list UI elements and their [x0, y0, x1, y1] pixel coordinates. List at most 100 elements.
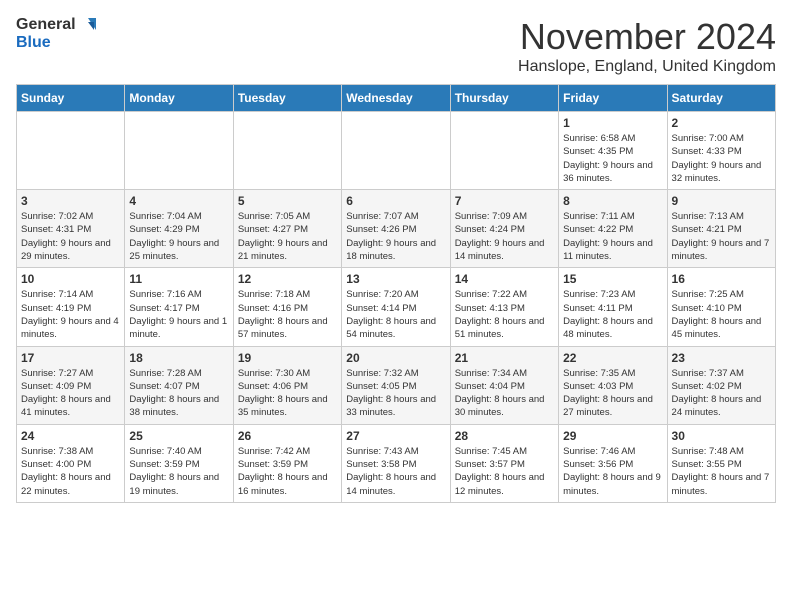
col-monday: Monday — [125, 85, 233, 112]
logo: General Blue — [16, 16, 96, 52]
day-info: Sunrise: 7:38 AM Sunset: 4:00 PM Dayligh… — [21, 445, 120, 498]
day-number: 20 — [346, 351, 445, 365]
day-info: Sunrise: 7:34 AM Sunset: 4:04 PM Dayligh… — [455, 367, 554, 420]
cell-0-6: 2 Sunrise: 7:00 AM Sunset: 4:33 PM Daylig… — [667, 112, 775, 190]
week-row-1: 3Sunrise: 7:02 AM Sunset: 4:31 PM Daylig… — [17, 190, 776, 268]
day-info: Sunrise: 7:42 AM Sunset: 3:59 PM Dayligh… — [238, 445, 337, 498]
day-number: 14 — [455, 272, 554, 286]
day-number: 30 — [672, 429, 771, 443]
col-friday: Friday — [559, 85, 667, 112]
cell-2-1: 11Sunrise: 7:16 AM Sunset: 4:17 PM Dayli… — [125, 268, 233, 346]
day-number: 12 — [238, 272, 337, 286]
cell-2-6: 16 Sunrise: 7:25 AM Sunset: 4:10 PM Dayli… — [667, 268, 775, 346]
day-info: Sunrise: 7:23 AM Sunset: 4:11 PM Dayligh… — [563, 288, 662, 341]
week-row-2: 10 Sunrise: 7:14 AM Sunset: 4:19 PM Dayli… — [17, 268, 776, 346]
day-number: 25 — [129, 429, 228, 443]
month-title: November 2024 — [518, 16, 776, 58]
day-info: Sunrise: 7:14 AM Sunset: 4:19 PM Dayligh… — [21, 288, 120, 341]
day-info: Sunrise: 7:25 AM Sunset: 4:10 PM Dayligh… — [672, 288, 771, 341]
cell-0-5: 1Sunrise: 6:58 AM Sunset: 4:35 PM Daylig… — [559, 112, 667, 190]
day-number: 6 — [346, 194, 445, 208]
day-number: 4 — [129, 194, 228, 208]
cell-3-3: 20 Sunrise: 7:32 AM Sunset: 4:05 PM Dayli… — [342, 346, 450, 424]
cell-2-3: 13 Sunrise: 7:20 AM Sunset: 4:14 PM Dayli… — [342, 268, 450, 346]
cell-2-2: 12 Sunrise: 7:18 AM Sunset: 4:16 PM Dayli… — [233, 268, 341, 346]
cell-4-0: 24 Sunrise: 7:38 AM Sunset: 4:00 PM Dayli… — [17, 424, 125, 502]
cell-2-0: 10 Sunrise: 7:14 AM Sunset: 4:19 PM Dayli… — [17, 268, 125, 346]
col-sunday: Sunday — [17, 85, 125, 112]
calendar-table: Sunday Monday Tuesday Wednesday Thursday… — [16, 84, 776, 503]
day-number: 28 — [455, 429, 554, 443]
day-number: 17 — [21, 351, 120, 365]
cell-0-4 — [450, 112, 558, 190]
day-info: Sunrise: 7:04 AM Sunset: 4:29 PM Dayligh… — [129, 210, 228, 263]
cell-1-6: 9 Sunrise: 7:13 AM Sunset: 4:21 PM Daylig… — [667, 190, 775, 268]
cell-4-3: 27Sunrise: 7:43 AM Sunset: 3:58 PM Dayli… — [342, 424, 450, 502]
col-saturday: Saturday — [667, 85, 775, 112]
day-info: Sunrise: 7:30 AM Sunset: 4:06 PM Dayligh… — [238, 367, 337, 420]
cell-4-4: 28 Sunrise: 7:45 AM Sunset: 3:57 PM Dayli… — [450, 424, 558, 502]
day-number: 16 — [672, 272, 771, 286]
cell-2-5: 15 Sunrise: 7:23 AM Sunset: 4:11 PM Dayli… — [559, 268, 667, 346]
cell-1-2: 5Sunrise: 7:05 AM Sunset: 4:27 PM Daylig… — [233, 190, 341, 268]
col-tuesday: Tuesday — [233, 85, 341, 112]
day-number: 9 — [672, 194, 771, 208]
day-number: 21 — [455, 351, 554, 365]
week-row-0: 1Sunrise: 6:58 AM Sunset: 4:35 PM Daylig… — [17, 112, 776, 190]
day-info: Sunrise: 7:48 AM Sunset: 3:55 PM Dayligh… — [672, 445, 771, 498]
cell-0-2 — [233, 112, 341, 190]
logo-wordmark: General Blue — [16, 16, 96, 52]
cell-3-4: 21 Sunrise: 7:34 AM Sunset: 4:04 PM Dayli… — [450, 346, 558, 424]
cell-4-2: 26Sunrise: 7:42 AM Sunset: 3:59 PM Dayli… — [233, 424, 341, 502]
week-row-4: 24 Sunrise: 7:38 AM Sunset: 4:00 PM Dayli… — [17, 424, 776, 502]
header-row: Sunday Monday Tuesday Wednesday Thursday… — [17, 85, 776, 112]
day-info: Sunrise: 7:40 AM Sunset: 3:59 PM Dayligh… — [129, 445, 228, 498]
header: General Blue November 2024 Hanslope, Eng… — [16, 16, 776, 76]
day-number: 7 — [455, 194, 554, 208]
day-number: 15 — [563, 272, 662, 286]
day-info: Sunrise: 7:37 AM Sunset: 4:02 PM Dayligh… — [672, 367, 771, 420]
day-number: 23 — [672, 351, 771, 365]
day-info: Sunrise: 7:09 AM Sunset: 4:24 PM Dayligh… — [455, 210, 554, 263]
day-info: Sunrise: 7:02 AM Sunset: 4:31 PM Dayligh… — [21, 210, 120, 263]
day-info: Sunrise: 7:18 AM Sunset: 4:16 PM Dayligh… — [238, 288, 337, 341]
day-number: 2 — [672, 116, 771, 130]
day-info: Sunrise: 7:05 AM Sunset: 4:27 PM Dayligh… — [238, 210, 337, 263]
day-number: 19 — [238, 351, 337, 365]
day-info: Sunrise: 7:45 AM Sunset: 3:57 PM Dayligh… — [455, 445, 554, 498]
cell-3-2: 19 Sunrise: 7:30 AM Sunset: 4:06 PM Dayli… — [233, 346, 341, 424]
cell-3-0: 17 Sunrise: 7:27 AM Sunset: 4:09 PM Dayli… — [17, 346, 125, 424]
cell-0-0 — [17, 112, 125, 190]
day-info: Sunrise: 7:28 AM Sunset: 4:07 PM Dayligh… — [129, 367, 228, 420]
day-number: 13 — [346, 272, 445, 286]
day-info: Sunrise: 7:00 AM Sunset: 4:33 PM Dayligh… — [672, 132, 771, 185]
day-info: Sunrise: 7:11 AM Sunset: 4:22 PM Dayligh… — [563, 210, 662, 263]
cell-1-5: 8 Sunrise: 7:11 AM Sunset: 4:22 PM Daylig… — [559, 190, 667, 268]
day-info: Sunrise: 7:07 AM Sunset: 4:26 PM Dayligh… — [346, 210, 445, 263]
week-row-3: 17 Sunrise: 7:27 AM Sunset: 4:09 PM Dayli… — [17, 346, 776, 424]
col-wednesday: Wednesday — [342, 85, 450, 112]
day-info: Sunrise: 7:27 AM Sunset: 4:09 PM Dayligh… — [21, 367, 120, 420]
col-thursday: Thursday — [450, 85, 558, 112]
day-number: 27 — [346, 429, 445, 443]
location-title: Hanslope, England, United Kingdom — [518, 58, 776, 76]
cell-1-4: 7 Sunrise: 7:09 AM Sunset: 4:24 PM Daylig… — [450, 190, 558, 268]
day-number: 22 — [563, 351, 662, 365]
cell-2-4: 14 Sunrise: 7:22 AM Sunset: 4:13 PM Dayli… — [450, 268, 558, 346]
day-info: Sunrise: 7:22 AM Sunset: 4:13 PM Dayligh… — [455, 288, 554, 341]
cell-3-6: 23 Sunrise: 7:37 AM Sunset: 4:02 PM Dayli… — [667, 346, 775, 424]
cell-3-1: 18Sunrise: 7:28 AM Sunset: 4:07 PM Dayli… — [125, 346, 233, 424]
cell-4-6: 30 Sunrise: 7:48 AM Sunset: 3:55 PM Dayli… — [667, 424, 775, 502]
day-info: Sunrise: 7:32 AM Sunset: 4:05 PM Dayligh… — [346, 367, 445, 420]
day-number: 8 — [563, 194, 662, 208]
day-number: 29 — [563, 429, 662, 443]
cell-4-1: 25 Sunrise: 7:40 AM Sunset: 3:59 PM Dayli… — [125, 424, 233, 502]
cell-1-0: 3Sunrise: 7:02 AM Sunset: 4:31 PM Daylig… — [17, 190, 125, 268]
day-number: 11 — [129, 272, 228, 286]
cell-0-1 — [125, 112, 233, 190]
title-section: November 2024 Hanslope, England, United … — [518, 16, 776, 76]
day-info: Sunrise: 7:13 AM Sunset: 4:21 PM Dayligh… — [672, 210, 771, 263]
day-number: 24 — [21, 429, 120, 443]
day-number: 10 — [21, 272, 120, 286]
day-info: Sunrise: 7:20 AM Sunset: 4:14 PM Dayligh… — [346, 288, 445, 341]
